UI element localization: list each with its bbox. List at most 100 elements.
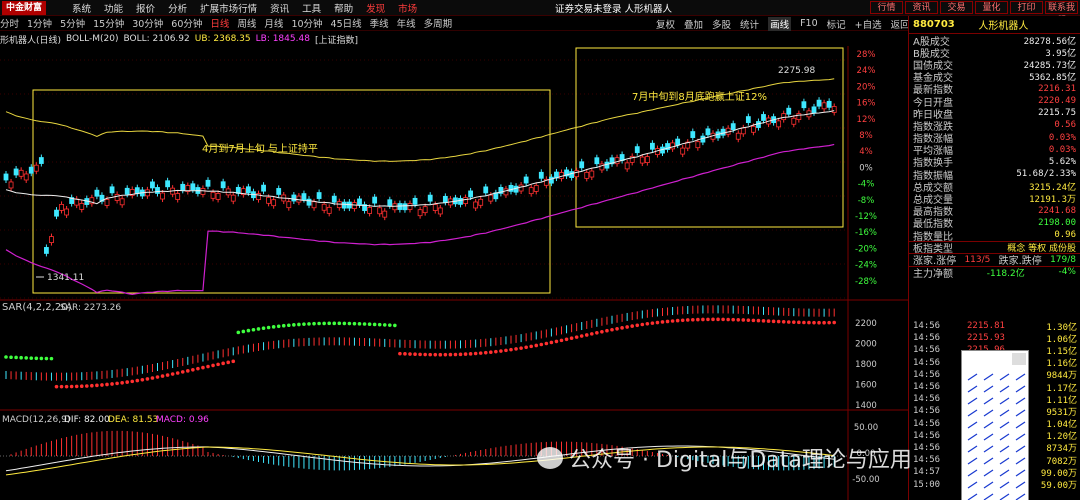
draw-tool-icon[interactable]	[1015, 433, 1026, 441]
draw-tool-icon[interactable]	[999, 457, 1010, 465]
draw-tool-icon[interactable]	[1015, 421, 1026, 429]
sar-dot	[781, 319, 786, 324]
draw-tool-icon[interactable]	[967, 457, 978, 465]
candle	[821, 102, 827, 110]
draw-tool-icon[interactable]	[967, 469, 978, 477]
candle	[437, 207, 443, 215]
draw-tool-icon[interactable]	[999, 445, 1010, 453]
sar-dot	[74, 384, 79, 389]
pct-tick-label: -4%	[858, 180, 875, 190]
sar-dot	[625, 325, 629, 329]
draw-tool-icon[interactable]	[999, 481, 1010, 489]
sar-tick-label: 2000	[855, 340, 877, 350]
candle	[761, 114, 766, 121]
candle	[796, 113, 802, 120]
draw-tool-icon[interactable]	[983, 481, 994, 489]
candle	[533, 185, 539, 192]
candle	[336, 201, 342, 209]
draw-tool-icon[interactable]	[967, 373, 978, 381]
sar-dot	[135, 378, 140, 383]
draw-tool-icon[interactable]	[983, 385, 994, 393]
sar-dot	[196, 366, 200, 371]
drawing-tool-palette[interactable]	[961, 350, 1029, 500]
draw-tool-icon[interactable]	[983, 457, 994, 465]
draw-tool-icon[interactable]	[1015, 397, 1026, 405]
top-button-4[interactable]: 打印	[1010, 1, 1043, 14]
candle	[614, 157, 620, 165]
draw-tool-icon[interactable]	[983, 409, 994, 417]
annotation-july-august: 7月中旬到8月底跑赢上证12%	[632, 90, 767, 103]
candle	[650, 142, 655, 150]
sar-dot	[494, 349, 498, 354]
candle	[59, 204, 64, 211]
top-button-1[interactable]: 资讯	[905, 1, 938, 14]
draw-tool-icon[interactable]	[983, 373, 994, 381]
sar-dot	[332, 321, 337, 326]
sar-dot	[372, 322, 377, 327]
sar-dot	[140, 377, 145, 382]
sar-dot	[514, 347, 518, 351]
draw-tool-icon[interactable]	[967, 385, 978, 393]
sar-dot	[90, 383, 94, 388]
sar-dot	[807, 320, 811, 325]
draw-tool-icon[interactable]	[967, 493, 978, 500]
draw-tool-icon[interactable]	[967, 421, 978, 429]
draw-tool-icon[interactable]	[983, 445, 994, 453]
draw-tool-icon[interactable]	[1015, 445, 1026, 453]
draw-tool-icon[interactable]	[967, 433, 978, 441]
draw-tool-icon[interactable]	[1015, 493, 1026, 500]
sar-dot	[534, 343, 539, 348]
flow-time: 14:56	[913, 442, 941, 453]
draw-tool-icon[interactable]	[999, 397, 1010, 405]
quote-value: 0.96	[1054, 230, 1076, 241]
draw-tool-icon[interactable]	[983, 421, 994, 429]
pct-tick-label: -24%	[855, 261, 877, 271]
sar-dot	[423, 352, 427, 357]
flow-row: 14:56 2215.93 1.06亿	[909, 332, 1080, 345]
draw-tool-icon[interactable]	[1015, 373, 1026, 381]
quote-value: 2215.75	[1038, 108, 1076, 119]
draw-tool-icon[interactable]	[999, 433, 1010, 441]
draw-tool-icon[interactable]	[999, 493, 1010, 500]
draw-tool-icon[interactable]	[1015, 469, 1026, 477]
draw-tool-icon[interactable]	[967, 481, 978, 489]
draw-tool-icon[interactable]	[967, 445, 978, 453]
sar-dot	[236, 330, 241, 335]
sar-dot	[499, 349, 503, 353]
sar-dot	[276, 324, 281, 329]
chart-canvas[interactable]: 28% 24% 20% 16% 12% 8% 4% 0% -4% -8% -12% -16% -20% -…	[0, 0, 908, 500]
top-button-2[interactable]: 交易	[940, 1, 973, 14]
candle	[826, 100, 832, 108]
candle	[64, 208, 69, 216]
quote-panel: 880703 人形机器人 A股成交 28278.56亿 B股成交 3.95亿 国债成交 2…	[908, 16, 1080, 500]
quote-value: 2241.68	[1038, 205, 1076, 216]
sar-dot	[9, 355, 13, 360]
sar-dot	[241, 329, 246, 334]
draw-tool-icon[interactable]	[983, 469, 994, 477]
sar-dot	[256, 327, 261, 331]
candle	[538, 171, 544, 179]
top-button-5[interactable]: 联系我们	[1045, 1, 1078, 26]
draw-tool-icon[interactable]	[1015, 457, 1026, 465]
draw-tool-icon[interactable]	[967, 409, 978, 417]
draw-tool-icon[interactable]	[1015, 385, 1026, 393]
draw-tool-icon[interactable]	[1015, 481, 1026, 489]
candle	[523, 176, 529, 184]
quote-value: 0.03%	[1048, 144, 1076, 155]
draw-tool-icon[interactable]	[1015, 409, 1026, 417]
draw-tool-icon[interactable]	[983, 397, 994, 405]
draw-tool-icon[interactable]	[983, 433, 994, 441]
draw-tool-icon[interactable]	[999, 409, 1010, 417]
palette-close[interactable]	[1012, 353, 1026, 365]
draw-tool-icon[interactable]	[983, 493, 994, 500]
draw-tool-icon[interactable]	[999, 469, 1010, 477]
candle	[422, 206, 428, 214]
sar-dot	[150, 376, 155, 380]
draw-tool-icon[interactable]	[999, 385, 1010, 393]
candle	[23, 173, 29, 181]
draw-tool-icon[interactable]	[967, 397, 978, 405]
sar-dot	[216, 362, 220, 367]
draw-tool-icon[interactable]	[999, 373, 1010, 381]
draw-tool-icon[interactable]	[999, 421, 1010, 429]
top-button-3[interactable]: 量化	[975, 1, 1008, 14]
